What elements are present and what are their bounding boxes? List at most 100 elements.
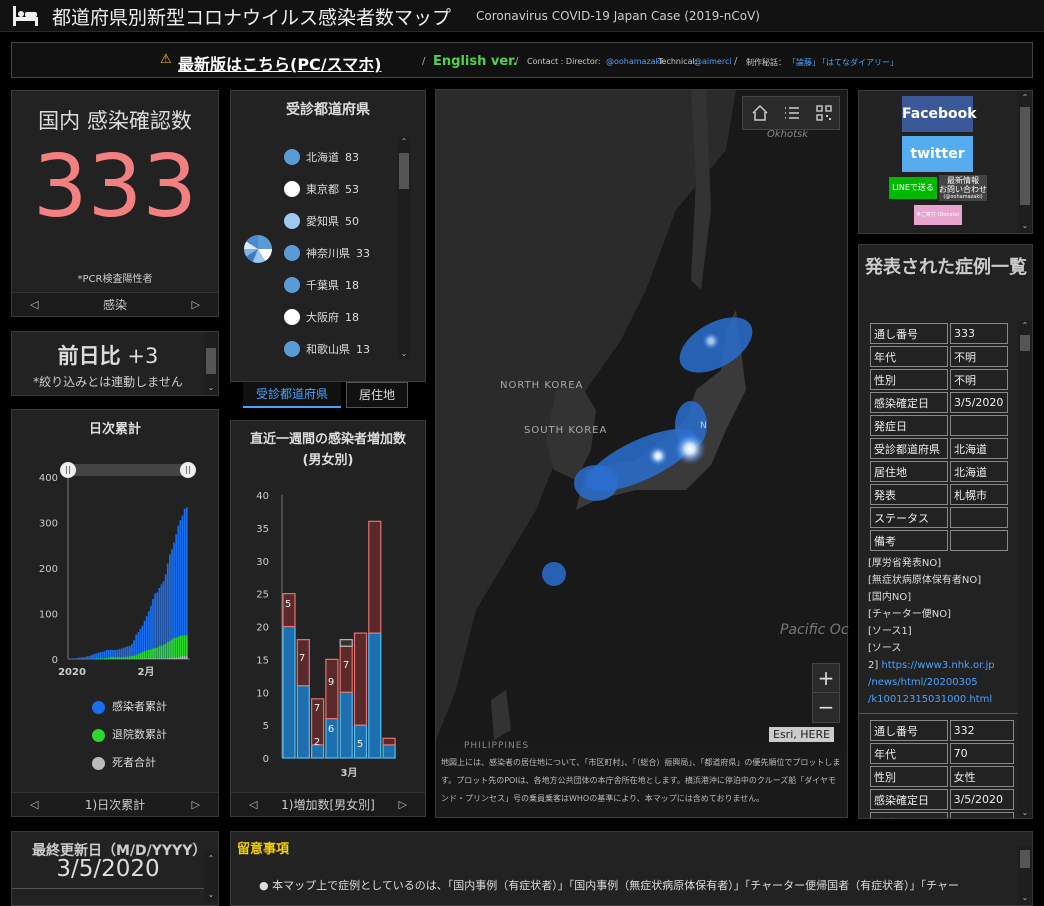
bar-discharged[interactable] bbox=[173, 638, 175, 658]
tab-prefecture[interactable]: 受診都道府県 bbox=[243, 382, 341, 408]
bar-deaths[interactable] bbox=[171, 658, 173, 659]
bar-discharged[interactable] bbox=[124, 656, 127, 659]
prefecture-item[interactable]: 和歌山県 13 bbox=[284, 333, 394, 365]
bar-discharged[interactable] bbox=[154, 648, 156, 659]
bar-deaths[interactable] bbox=[175, 657, 178, 659]
case-card-1[interactable]: 通し番号 333 年代 不明 性別 不明 感染確定日 3/5/2020 発症日 受診都道府県 北海道… bbox=[868, 321, 1016, 708]
bar-discharged[interactable] bbox=[177, 636, 180, 658]
english-version-link[interactable]: English ver. bbox=[433, 54, 518, 69]
notes-scrollbar[interactable]: ⌄ bbox=[1018, 846, 1032, 905]
next-arrow-icon[interactable]: ▷ bbox=[192, 293, 200, 317]
bar-discharged[interactable] bbox=[110, 657, 112, 659]
bar-discharged[interactable] bbox=[105, 658, 108, 659]
bar-deaths[interactable] bbox=[185, 656, 188, 659]
bar-discharged[interactable] bbox=[181, 635, 184, 657]
scroll-up-icon[interactable]: ⌃ bbox=[1018, 93, 1032, 103]
bar-discharged[interactable] bbox=[152, 648, 154, 659]
bar-discharged[interactable] bbox=[122, 657, 125, 659]
bar-discharged[interactable] bbox=[120, 657, 123, 659]
bar-discharged[interactable] bbox=[158, 646, 161, 659]
bar-infected[interactable] bbox=[93, 653, 95, 659]
prev-arrow-icon[interactable]: ◁ bbox=[249, 793, 257, 817]
legend-item[interactable]: 感染者累計 bbox=[92, 698, 212, 726]
bar-infected[interactable] bbox=[80, 657, 83, 659]
bar-discharged[interactable] bbox=[179, 635, 182, 657]
bar-infected[interactable] bbox=[82, 657, 85, 659]
bar-discharged[interactable] bbox=[185, 635, 188, 657]
map-canvas[interactable] bbox=[436, 90, 847, 748]
case-card-2[interactable]: 通し番号332年代70性別女性感染確定日3/5/2020発症日2/28/2020 bbox=[868, 718, 1016, 818]
inquiry-button[interactable]: 最新情報 お問い合わせ (@oohamazaki) bbox=[939, 175, 987, 201]
scroll-up-icon[interactable]: ⌃ bbox=[204, 854, 218, 864]
prefecture-scrollbar[interactable]: ⌃ ⌄ bbox=[397, 137, 411, 359]
bar-male[interactable] bbox=[382, 744, 396, 759]
bar-infected[interactable] bbox=[84, 656, 87, 659]
line-share-button[interactable]: LINEで送る bbox=[889, 177, 937, 199]
range-slider-track[interactable] bbox=[68, 464, 188, 476]
bar-infected[interactable] bbox=[91, 654, 93, 659]
bar-discharged[interactable] bbox=[103, 658, 106, 659]
case-scrollbar[interactable]: ⌃ ⌄ bbox=[1018, 321, 1032, 818]
bar-discharged[interactable] bbox=[141, 652, 144, 659]
donate-button[interactable]: ♥ご寄付 (Donate) bbox=[914, 205, 962, 225]
bar-deaths[interactable] bbox=[183, 656, 186, 659]
next-arrow-icon[interactable]: ▷ bbox=[192, 793, 200, 817]
prefecture-item[interactable]: 千葉県 18 bbox=[284, 269, 394, 301]
bar-infected[interactable] bbox=[86, 656, 89, 659]
bar-discharged[interactable] bbox=[126, 656, 129, 659]
bar-discharged[interactable] bbox=[143, 651, 146, 659]
bar-discharged[interactable] bbox=[139, 653, 142, 659]
prefecture-item[interactable]: 東京都 53 bbox=[284, 173, 394, 205]
bar-deaths[interactable] bbox=[173, 657, 175, 659]
bar-discharged[interactable] bbox=[129, 656, 131, 659]
scroll-up-icon[interactable]: ⌃ bbox=[397, 137, 411, 147]
next-arrow-icon[interactable]: ▷ bbox=[399, 793, 407, 817]
home-icon[interactable] bbox=[750, 103, 770, 123]
scroll-down-icon[interactable]: ⌄ bbox=[1018, 893, 1032, 903]
bar-deaths[interactable] bbox=[181, 656, 184, 659]
bar-discharged[interactable] bbox=[160, 645, 163, 659]
zoom-out-button[interactable]: − bbox=[813, 693, 839, 722]
bar-male[interactable] bbox=[368, 632, 382, 759]
range-slider-handle[interactable] bbox=[60, 462, 76, 478]
tab-residence[interactable]: 居住地 bbox=[346, 382, 408, 408]
bar-discharged[interactable] bbox=[166, 642, 169, 659]
bar-male[interactable] bbox=[339, 691, 353, 759]
prev-arrow-icon[interactable]: ◁ bbox=[30, 793, 38, 817]
bar-discharged[interactable] bbox=[118, 657, 121, 659]
bar-deaths[interactable] bbox=[177, 657, 180, 659]
bar-deaths[interactable] bbox=[179, 656, 182, 659]
bar-deaths[interactable] bbox=[169, 658, 171, 659]
daily-scrollbar[interactable]: ⌄ bbox=[204, 332, 218, 395]
latest-version-link[interactable]: 最新版はこちら(PC/スマホ) bbox=[178, 51, 381, 75]
bar-discharged[interactable] bbox=[145, 650, 148, 659]
prefecture-item[interactable]: 北海道 83 bbox=[284, 141, 394, 173]
prefecture-item[interactable]: 神奈川県 33 bbox=[284, 237, 394, 269]
bar-female[interactable] bbox=[382, 737, 396, 746]
bar-discharged[interactable] bbox=[164, 643, 167, 659]
bar-discharged[interactable] bbox=[150, 649, 152, 659]
bar-infected[interactable] bbox=[97, 652, 100, 659]
social-scrollbar[interactable]: ⌃ ⌄ bbox=[1018, 91, 1032, 233]
bar-infected[interactable] bbox=[88, 655, 91, 659]
bar-discharged[interactable] bbox=[147, 649, 150, 659]
bar-female[interactable] bbox=[368, 520, 382, 634]
scroll-down-icon[interactable]: ⌄ bbox=[1018, 808, 1032, 818]
range-slider-handle[interactable] bbox=[180, 462, 196, 478]
prefecture-item[interactable]: 大阪府 18 bbox=[284, 301, 394, 333]
bar-infected[interactable] bbox=[95, 653, 97, 659]
bar-discharged[interactable] bbox=[137, 653, 140, 659]
scroll-down-icon[interactable]: ⌄ bbox=[204, 890, 218, 900]
legend-item[interactable]: 死者合計 bbox=[92, 754, 212, 782]
updated-scrollbar[interactable]: ⌃ ⌄ bbox=[204, 852, 218, 902]
bar-discharged[interactable] bbox=[135, 655, 138, 659]
zoom-in-button[interactable]: + bbox=[813, 664, 839, 693]
bar-infected[interactable] bbox=[99, 652, 102, 659]
bar-discharged[interactable] bbox=[183, 635, 186, 657]
bar-female[interactable] bbox=[353, 632, 368, 726]
scroll-down-icon[interactable]: ⌄ bbox=[1018, 221, 1032, 231]
bar-discharged[interactable] bbox=[162, 644, 165, 659]
bar-discharged[interactable] bbox=[114, 657, 116, 659]
prev-arrow-icon[interactable]: ◁ bbox=[30, 293, 38, 317]
bar-discharged[interactable] bbox=[169, 640, 171, 659]
